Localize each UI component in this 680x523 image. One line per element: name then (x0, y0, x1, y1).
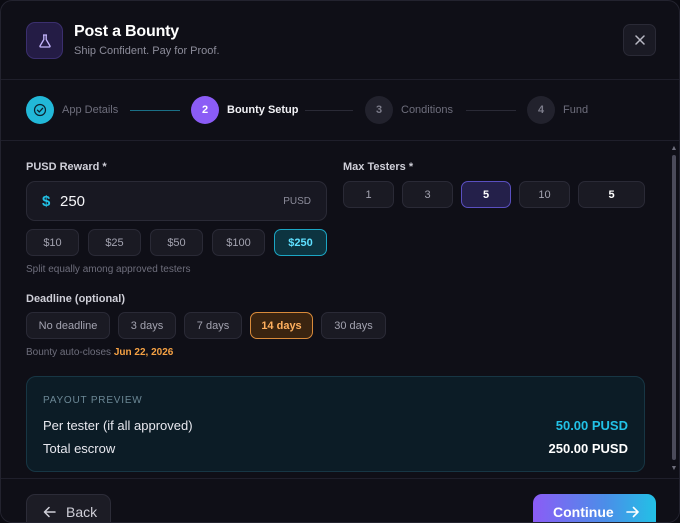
close-icon (634, 35, 645, 45)
testers-option-5[interactable]: 5 (461, 181, 511, 208)
payout-preview-card: PAYOUT PREVIEW Per tester (if all approv… (26, 376, 645, 472)
close-button[interactable] (623, 24, 656, 56)
progress-stepper: App Details 2 Bounty Setup 3 Conditions … (1, 81, 679, 141)
step-label: Conditions (401, 104, 453, 116)
reward-label: PUSD Reward * (26, 161, 107, 173)
deadline-option-none[interactable]: No deadline (26, 312, 110, 339)
deadline-option-30-days[interactable]: 30 days (321, 312, 386, 339)
max-testers-label: Max Testers * (343, 161, 414, 173)
continue-button[interactable]: Continue (533, 494, 656, 522)
step-number: 4 (527, 96, 555, 124)
step-connector (305, 110, 353, 111)
deadline-option-7-days[interactable]: 7 days (184, 312, 242, 339)
continue-label: Continue (553, 504, 614, 520)
deadline-label: Deadline (optional) (26, 293, 125, 305)
reward-preset-100[interactable]: $100 (212, 229, 265, 256)
back-label: Back (66, 504, 98, 520)
arrow-right-icon (625, 506, 639, 518)
reward-preset-25[interactable]: $25 (88, 229, 141, 256)
step-conditions[interactable]: 3 Conditions (365, 96, 453, 124)
reward-preset-50[interactable]: $50 (150, 229, 203, 256)
reward-value: 250 (60, 193, 86, 210)
step-connector (130, 110, 180, 111)
flask-icon (26, 22, 63, 59)
testers-custom-input[interactable]: 5 (578, 181, 645, 208)
reward-hint: Split equally among approved testers (26, 264, 191, 275)
deadline-hint: Bounty auto-closes Jun 22, 2026 (26, 347, 173, 358)
step-label: App Details (62, 104, 119, 116)
payout-preview-title: PAYOUT PREVIEW (43, 395, 143, 406)
deadline-hint-prefix: Bounty auto-closes (26, 347, 112, 358)
total-escrow-label: Total escrow (43, 441, 116, 456)
arrow-left-icon (43, 506, 56, 518)
per-tester-value: 50.00 PUSD (555, 418, 628, 433)
step-fund[interactable]: 4 Fund (527, 96, 588, 124)
post-bounty-modal: Post a Bounty Ship Confident. Pay for Pr… (0, 0, 680, 523)
deadline-option-14-days[interactable]: 14 days (250, 312, 313, 339)
reward-unit: PUSD (283, 196, 311, 207)
deadline-close-date: Jun 22, 2026 (113, 347, 174, 358)
step-label: Fund (563, 104, 589, 116)
step-number: 3 (365, 96, 393, 124)
dollar-icon: $ (42, 193, 51, 210)
back-button[interactable]: Back (26, 494, 111, 522)
testers-option-1[interactable]: 1 (343, 181, 394, 208)
testers-option-10[interactable]: 10 (519, 181, 570, 208)
modal-title: Post a Bounty (74, 23, 179, 40)
step-label: Bounty Setup (227, 104, 299, 116)
testers-option-3[interactable]: 3 (402, 181, 453, 208)
scrollbar[interactable]: ▲ ▼ (670, 145, 678, 475)
step-connector (466, 110, 516, 111)
scrollbar-thumb[interactable] (672, 155, 676, 460)
reward-preset-250[interactable]: $250 (274, 229, 327, 256)
scroll-down-icon[interactable]: ▼ (670, 465, 678, 473)
step-app-details[interactable]: App Details (26, 96, 118, 124)
modal-subtitle: Ship Confident. Pay for Proof. (74, 45, 220, 57)
reward-amount-input[interactable]: $ 250 PUSD (26, 181, 327, 221)
deadline-option-3-days[interactable]: 3 days (118, 312, 176, 339)
step-number: 2 (191, 96, 219, 124)
step-bounty-setup[interactable]: 2 Bounty Setup (191, 96, 299, 124)
per-tester-label: Per tester (if all approved) (43, 418, 193, 433)
total-escrow-value: 250.00 PUSD (548, 441, 629, 456)
modal-header: Post a Bounty Ship Confident. Pay for Pr… (1, 1, 679, 80)
scroll-up-icon[interactable]: ▲ (670, 145, 678, 153)
reward-preset-10[interactable]: $10 (26, 229, 79, 256)
modal-footer: Back Continue (1, 478, 679, 522)
check-icon (26, 96, 54, 124)
